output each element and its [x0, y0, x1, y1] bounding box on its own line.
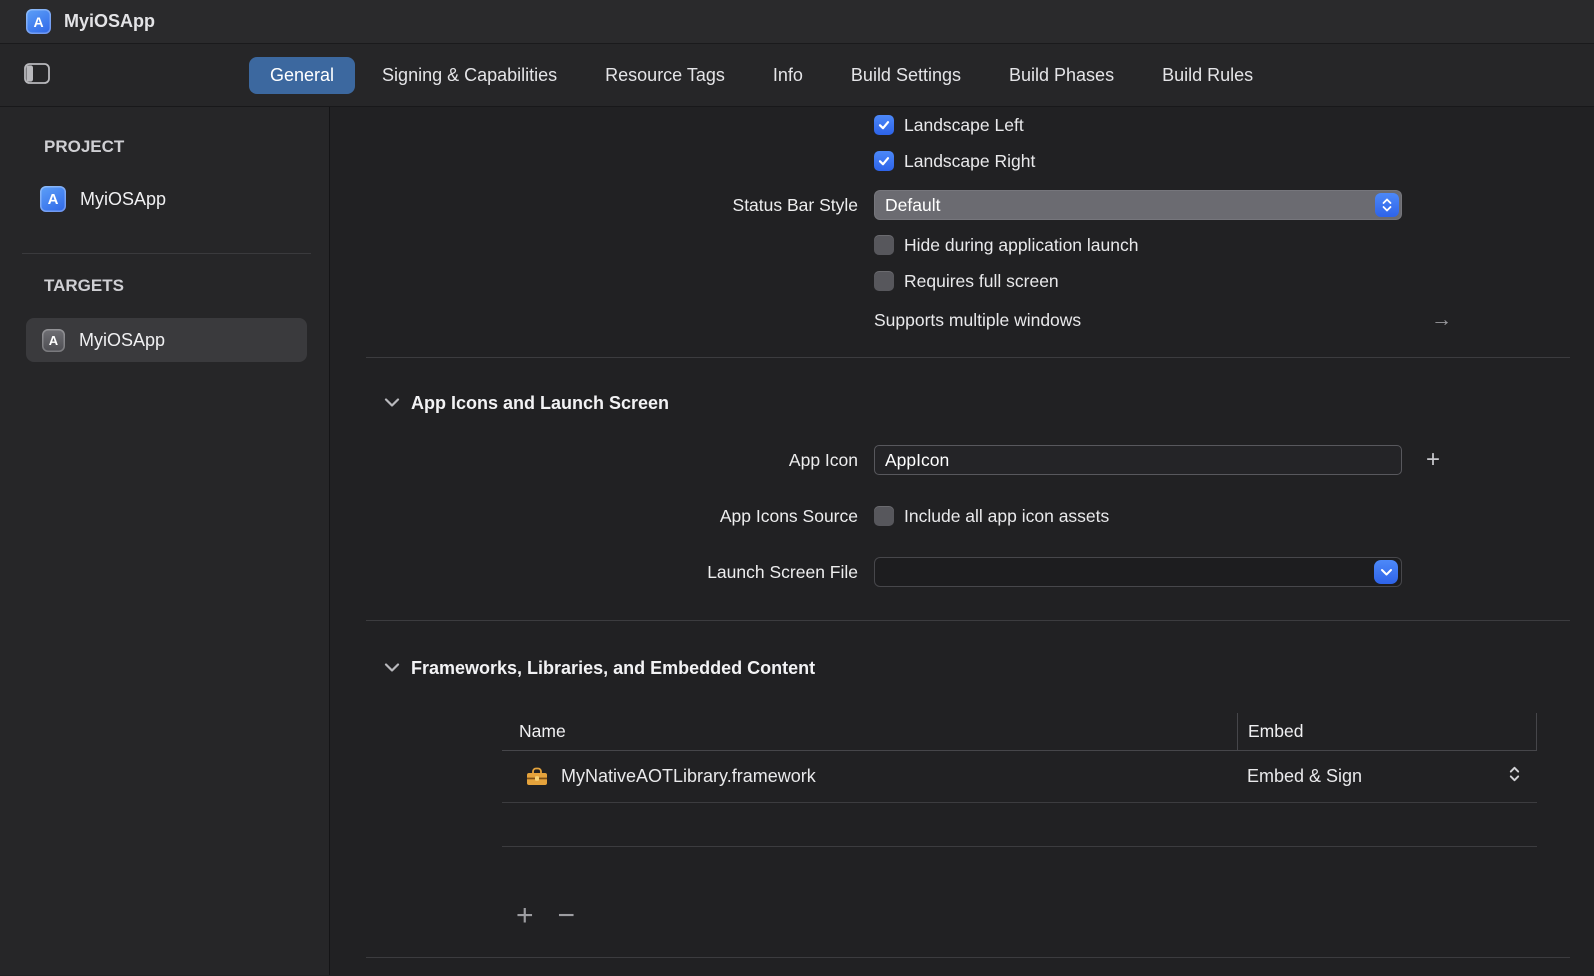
row-app-icon: App Icon +: [366, 442, 1570, 478]
launch-screen-file-label: Launch Screen File: [366, 562, 874, 583]
editor-tabbar: General Signing & Capabilities Resource …: [0, 44, 1594, 107]
section-app-icons: App Icons and Launch Screen: [384, 390, 1570, 416]
row-landscape-left: Landscape Left: [366, 107, 1570, 143]
window-titlebar: A MyiOSApp: [0, 0, 1594, 44]
sidebar-item-target[interactable]: A MyiOSApp: [26, 318, 307, 362]
popup-stepper-button[interactable]: [1375, 193, 1399, 217]
framework-embed-value: Embed & Sign: [1247, 766, 1362, 787]
status-bar-style-value: Default: [885, 195, 940, 216]
combo-dropdown-button[interactable]: [1374, 560, 1398, 584]
requires-full-screen-label: Requires full screen: [904, 271, 1059, 292]
section-title: App Icons and Launch Screen: [411, 393, 669, 414]
frameworks-table: Name Embed MyNativeAOTLibrary.framework …: [502, 713, 1537, 847]
column-header-name: Name: [502, 713, 1237, 750]
checkbox-include-all-app-icon-assets[interactable]: [874, 506, 894, 526]
general-settings-pane: Landscape Left Landscape Right Status Ba…: [330, 107, 1594, 975]
project-item-label: MyiOSApp: [80, 189, 166, 210]
target-icon: A: [42, 329, 65, 352]
arrow-right-icon[interactable]: →: [1431, 308, 1452, 332]
section-divider: [366, 357, 1570, 358]
row-status-bar-style: Status Bar Style Default: [366, 185, 1570, 225]
chevron-up-down-icon: [1381, 197, 1393, 213]
column-header-embed: Embed: [1237, 713, 1537, 750]
disclosure-button[interactable]: [384, 663, 400, 673]
chevron-up-down-icon: [1508, 765, 1521, 783]
framework-name: MyNativeAOTLibrary.framework: [561, 766, 816, 787]
row-requires-full-screen: Requires full screen: [366, 263, 1570, 299]
app-icon: A: [26, 9, 51, 34]
status-bar-style-popup[interactable]: Default: [874, 190, 1402, 220]
tab-general[interactable]: General: [249, 57, 355, 94]
landscape-right-label: Landscape Right: [904, 151, 1035, 172]
project-navigator-sidebar: PROJECT A MyiOSApp TARGETS A MyiOSApp: [0, 107, 330, 975]
row-app-icons-source: App Icons Source Include all app icon as…: [366, 498, 1570, 534]
checkbox-requires-full-screen[interactable]: [874, 271, 894, 291]
supports-multiple-windows-label: Supports multiple windows: [874, 310, 1081, 331]
frameworks-table-header: Name Embed: [502, 713, 1537, 751]
app-icons-source-label: App Icons Source: [366, 506, 874, 527]
tab-build-rules[interactable]: Build Rules: [1141, 57, 1274, 94]
section-divider: [366, 957, 1570, 958]
chevron-down-icon: [1380, 568, 1393, 577]
status-bar-style-label: Status Bar Style: [366, 195, 874, 216]
checkbox-landscape-left[interactable]: [874, 115, 894, 135]
chevron-down-icon: [384, 398, 400, 408]
frameworks-actions: + −: [516, 899, 1570, 933]
app-icon-field[interactable]: [874, 445, 1402, 475]
settings-tabs: General Signing & Capabilities Resource …: [249, 57, 1274, 94]
checkmark-icon: [877, 154, 891, 168]
sidebar-toggle-button[interactable]: [22, 61, 52, 89]
frameworks-empty-area: [502, 803, 1537, 847]
project-section-header: PROJECT: [44, 137, 329, 157]
tab-build-phases[interactable]: Build Phases: [988, 57, 1135, 94]
chevron-down-icon: [384, 663, 400, 673]
sidebar-toggle-icon: [24, 63, 50, 84]
checkmark-icon: [877, 118, 891, 132]
checkbox-landscape-right[interactable]: [874, 151, 894, 171]
row-supports-multiple-windows: Supports multiple windows →: [366, 301, 1570, 339]
project-icon: A: [40, 186, 66, 212]
section-divider: [366, 620, 1570, 621]
app-icon-letter: A: [33, 14, 43, 30]
row-landscape-right: Landscape Right: [366, 143, 1570, 179]
tab-resource-tags[interactable]: Resource Tags: [584, 57, 746, 94]
row-launch-screen-file: Launch Screen File: [366, 554, 1570, 590]
app-icon-label: App Icon: [366, 450, 874, 471]
add-framework-button[interactable]: +: [516, 901, 534, 931]
hide-during-launch-label: Hide during application launch: [904, 235, 1138, 256]
toolbox-icon: [526, 767, 548, 786]
tab-info[interactable]: Info: [752, 57, 824, 94]
launch-screen-file-combo[interactable]: [874, 557, 1402, 587]
sidebar-item-project[interactable]: A MyiOSApp: [40, 179, 307, 219]
window-title: MyiOSApp: [64, 11, 155, 32]
embed-popup-button[interactable]: [1508, 765, 1521, 788]
row-hide-during-launch: Hide during application launch: [366, 227, 1570, 263]
target-item-label: MyiOSApp: [79, 330, 165, 351]
app-icon-add-button[interactable]: +: [1426, 448, 1440, 472]
targets-section-header: TARGETS: [44, 276, 329, 296]
checkbox-hide-during-launch[interactable]: [874, 235, 894, 255]
landscape-left-label: Landscape Left: [904, 115, 1024, 136]
disclosure-button[interactable]: [384, 398, 400, 408]
remove-framework-button[interactable]: −: [558, 901, 576, 931]
tab-build-settings[interactable]: Build Settings: [830, 57, 982, 94]
section-frameworks: Frameworks, Libraries, and Embedded Cont…: [384, 655, 1570, 681]
section-title: Frameworks, Libraries, and Embedded Cont…: [411, 658, 815, 679]
include-all-app-icon-assets-label: Include all app icon assets: [904, 506, 1109, 527]
framework-row[interactable]: MyNativeAOTLibrary.framework Embed & Sig…: [502, 751, 1537, 803]
tab-signing-capabilities[interactable]: Signing & Capabilities: [361, 57, 578, 94]
